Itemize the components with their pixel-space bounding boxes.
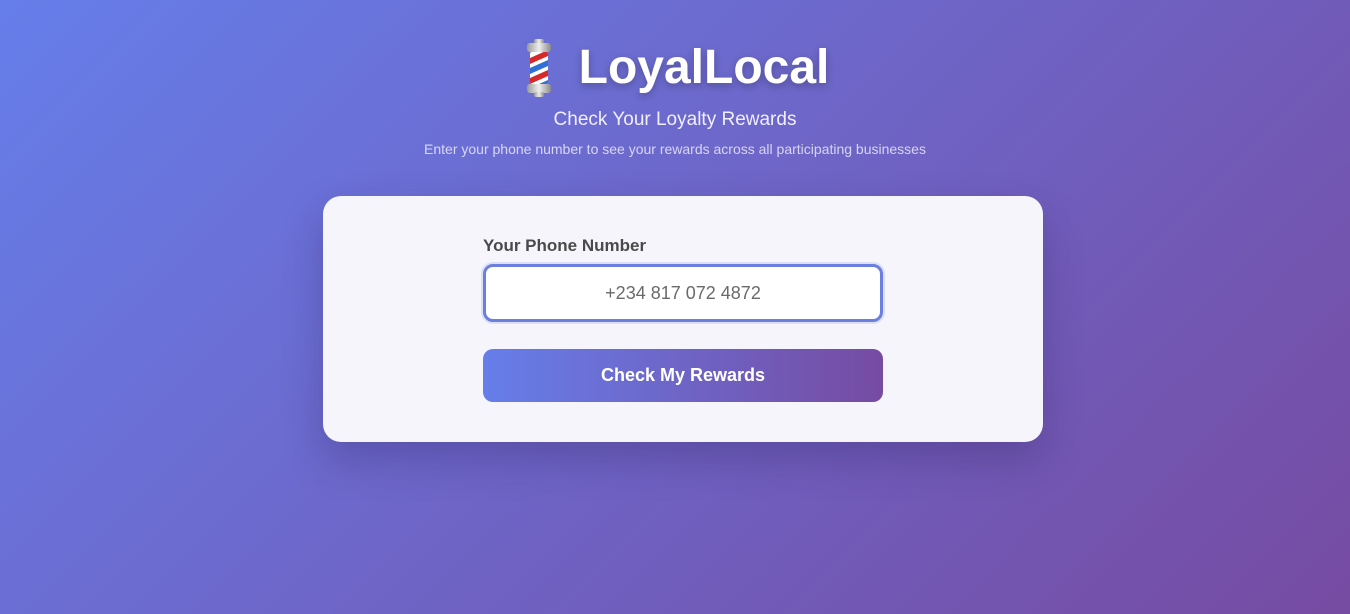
barber-pole-icon	[521, 39, 557, 97]
lookup-card: Your Phone Number Check My Rewards	[323, 196, 1043, 442]
page-subtitle: Check Your Loyalty Rewards	[553, 109, 797, 130]
phone-input[interactable]	[483, 264, 883, 322]
phone-field-label: Your Phone Number	[483, 236, 647, 255]
app-title: LoyalLocal	[578, 41, 830, 94]
page-header: LoyalLocal Check Your Loyalty Rewards En…	[0, 38, 1350, 158]
page-description: Enter your phone number to see your rewa…	[424, 141, 926, 157]
phone-lookup-form: Your Phone Number Check My Rewards	[483, 236, 883, 402]
check-rewards-button[interactable]: Check My Rewards	[483, 349, 883, 402]
brand: LoyalLocal	[521, 38, 830, 98]
